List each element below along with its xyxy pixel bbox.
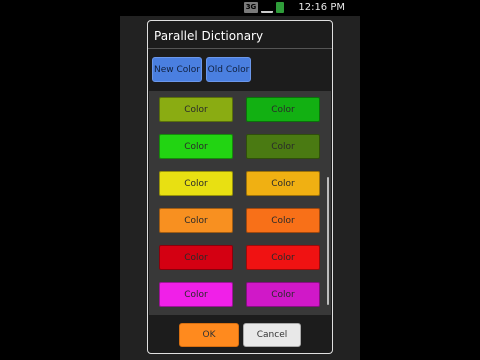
dialog-title: Parallel Dictionary [154, 29, 264, 43]
signal-icon [261, 2, 273, 13]
phone-screen: 3G 12:16 PM Parallel Dictionary New Colo… [120, 0, 360, 360]
color-swatch-button[interactable]: Color [159, 245, 233, 270]
title-divider [148, 48, 332, 49]
status-icons: 3G [244, 2, 284, 13]
color-swatch-button[interactable]: Color [159, 171, 233, 196]
scrollbar[interactable] [327, 177, 329, 305]
color-swatch-button[interactable]: Color [246, 134, 320, 159]
color-swatch-button[interactable]: Color [246, 208, 320, 233]
clock: 12:16 PM [298, 2, 345, 13]
color-list[interactable]: Color Color Color Color Color Color Color Color… [149, 91, 331, 315]
network-3g-icon: 3G [244, 2, 258, 13]
battery-icon [276, 2, 284, 13]
color-swatch-button[interactable]: Color [246, 97, 320, 122]
color-swatch-button[interactable]: Color [246, 245, 320, 270]
color-dialog: Parallel Dictionary New Color Old Color … [147, 20, 333, 354]
color-swatch-button[interactable]: Color [159, 97, 233, 122]
color-swatch-button[interactable]: Color [159, 208, 233, 233]
color-swatch-button[interactable]: Color [246, 171, 320, 196]
ok-button[interactable]: OK [179, 323, 239, 347]
color-swatch-button[interactable]: Color [159, 134, 233, 159]
status-bar: 3G 12:16 PM [120, 0, 360, 16]
color-swatch-button[interactable]: Color [159, 282, 233, 307]
new-color-button[interactable]: New Color [152, 57, 202, 82]
old-color-button[interactable]: Old Color [206, 57, 251, 82]
color-swatch-button[interactable]: Color [246, 282, 320, 307]
cancel-button[interactable]: Cancel [243, 323, 301, 347]
